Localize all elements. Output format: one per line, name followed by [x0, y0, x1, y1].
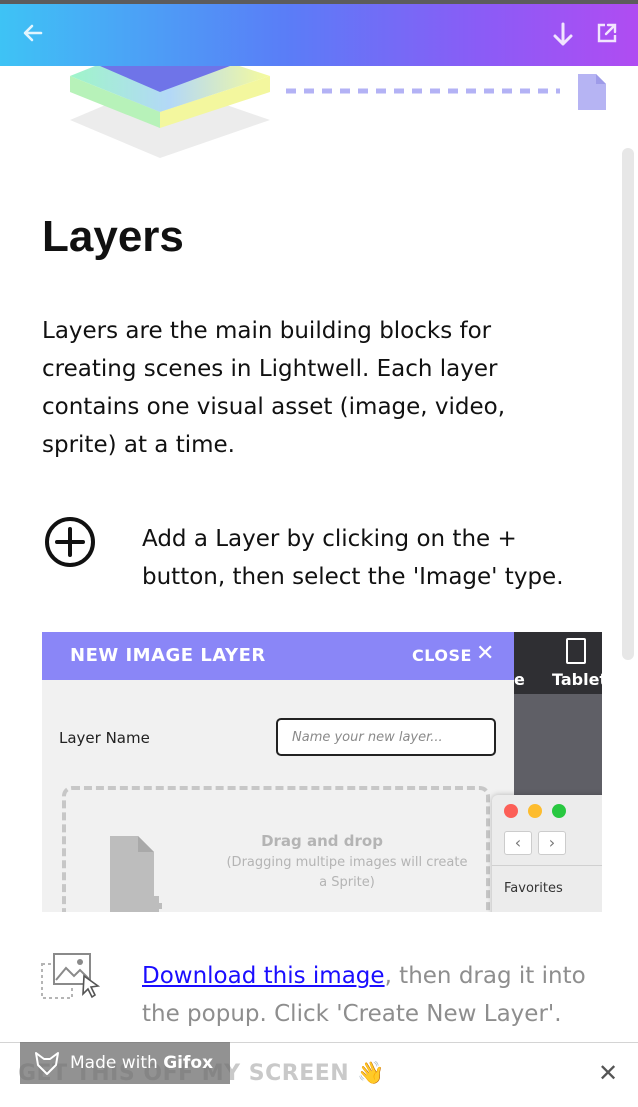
- hero-illustration: [60, 40, 620, 176]
- finder-favorites-label: Favorites: [504, 881, 563, 896]
- dialog-header: NEW IMAGE LAYER CLOSE ✕: [42, 632, 514, 680]
- dialog-close-label: CLOSE: [412, 646, 472, 665]
- intro-paragraph: Layers are the main building blocks for …: [42, 318, 506, 458]
- minimize-dot-icon: [528, 804, 542, 818]
- external-link-icon[interactable]: [596, 22, 618, 48]
- file-add-icon: [110, 836, 166, 912]
- scrollbar[interactable]: [622, 148, 634, 660]
- finder-window: ‹ › Favorites: [492, 795, 602, 912]
- top-toolbar: [0, 0, 638, 66]
- download-arrow-icon[interactable]: [552, 22, 574, 52]
- close-dot-icon: [504, 804, 518, 818]
- gifox-brand: Gifox: [163, 1053, 214, 1073]
- document-icon: [576, 74, 606, 114]
- dialog-title: NEW IMAGE LAYER: [70, 645, 266, 666]
- tablet-icon: [566, 638, 586, 664]
- page-title: Layers: [42, 212, 184, 261]
- step-download-text: Download this image, then drag it into t…: [142, 957, 612, 1033]
- arrow-left-icon[interactable]: [22, 22, 44, 48]
- new-image-layer-screenshot: NEW IMAGE LAYER CLOSE ✕ e Tablet Layer N…: [42, 632, 602, 912]
- layer-name-field: Name your new layer...: [276, 718, 496, 756]
- zoom-dot-icon: [552, 804, 566, 818]
- made-with-label: Made with Gifox: [70, 1053, 213, 1073]
- drop-subtitle: (Dragging multipe images will create a S…: [226, 855, 468, 890]
- partial-label: e: [514, 670, 525, 689]
- finder-forward-icon: ›: [538, 831, 566, 855]
- image-drag-icon: [40, 952, 102, 1002]
- layer-name-label: Layer Name: [59, 729, 150, 747]
- close-icon[interactable]: ✕: [598, 1059, 618, 1087]
- tablet-label: Tablet: [552, 670, 602, 689]
- download-image-link[interactable]: Download this image: [142, 963, 385, 989]
- fox-logo-icon: [34, 1050, 60, 1076]
- gifox-watermark: Made with Gifox: [20, 1042, 230, 1084]
- step-add-layer-text: Add a Layer by clicking on the + button,…: [142, 526, 564, 590]
- drop-title: Drag and drop: [261, 832, 383, 850]
- plus-circle-icon: [44, 516, 96, 568]
- finder-divider: [492, 865, 602, 866]
- finder-back-icon: ‹: [504, 831, 532, 855]
- made-with-text: Made with: [70, 1053, 164, 1073]
- layers-stack-icon: [70, 40, 560, 158]
- close-icon: ✕: [476, 641, 495, 666]
